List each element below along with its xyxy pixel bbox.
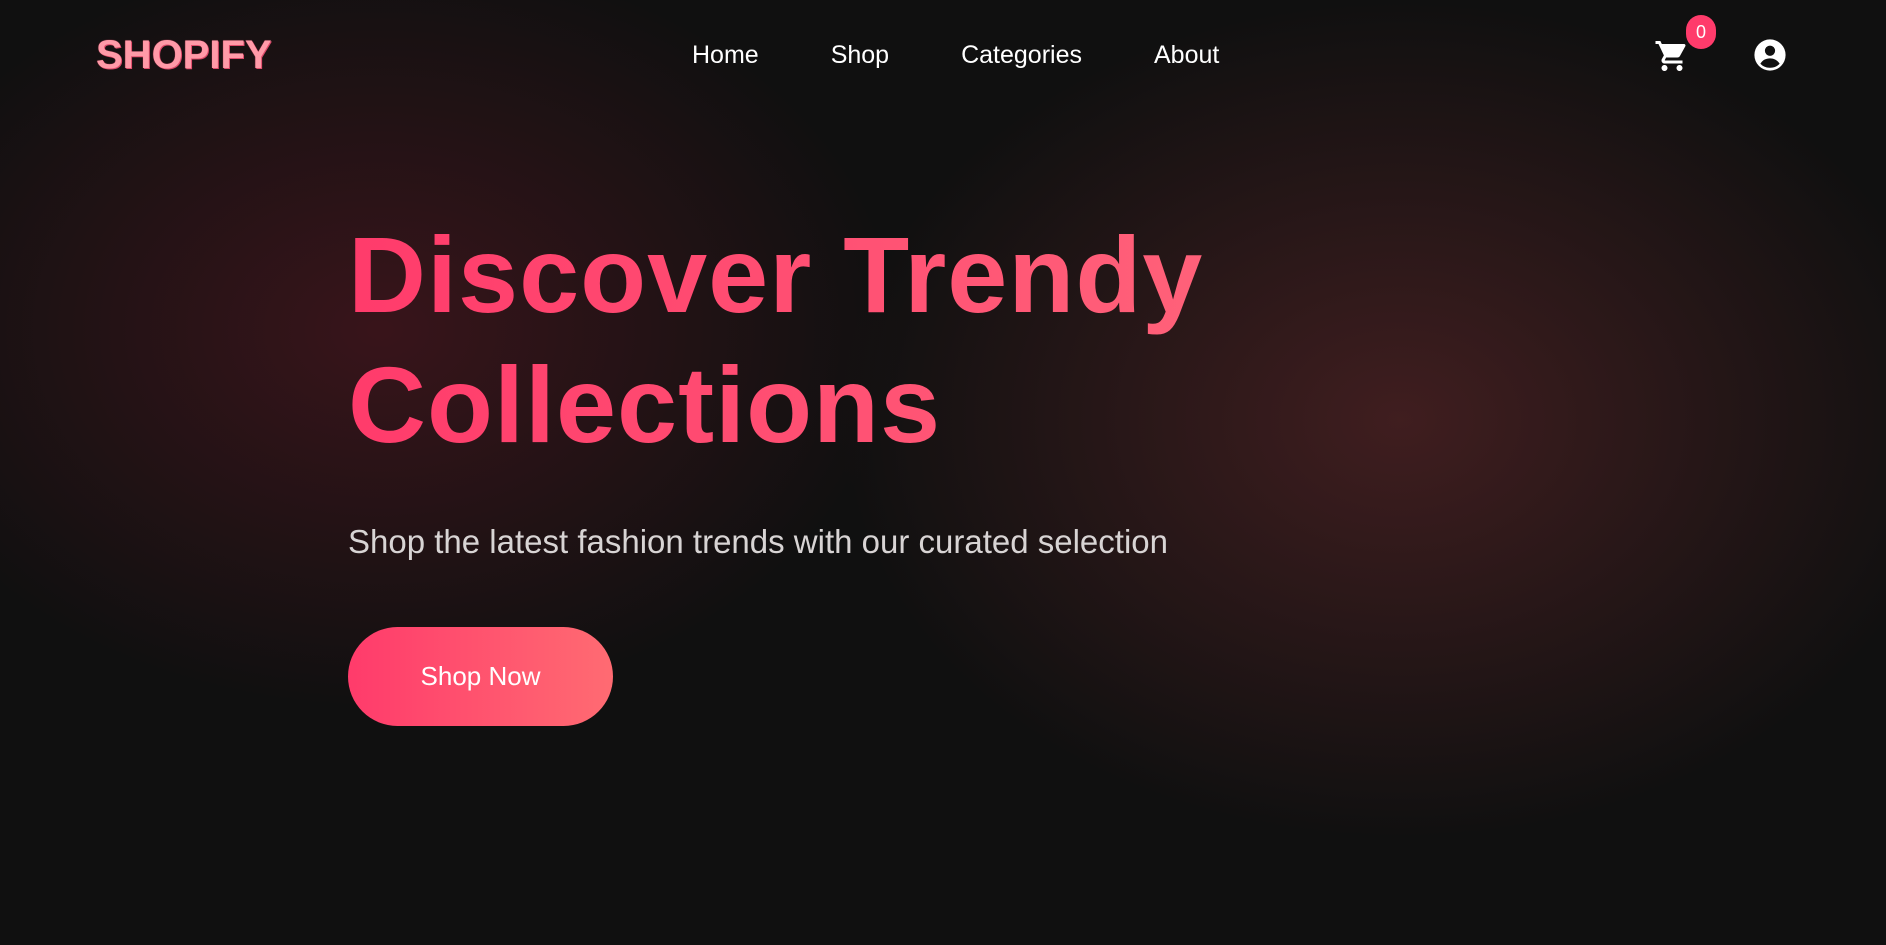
nav-link-categories[interactable]: Categories: [961, 38, 1082, 72]
brand-logo[interactable]: SHOPIFY: [96, 32, 272, 78]
landing-page: SHOPIFY Home Shop Categories About 0 Dis…: [0, 0, 1886, 945]
nav-link-about[interactable]: About: [1154, 38, 1219, 72]
shopping-cart-icon: [1655, 41, 1686, 71]
hero-title-line1: Discover Trendy: [348, 214, 1204, 335]
nav-link-shop[interactable]: Shop: [831, 38, 889, 72]
cart-button[interactable]: [1654, 38, 1690, 74]
user-circle-icon: [1754, 39, 1786, 71]
hero-section: Discover Trendy Collections Shop the lat…: [348, 210, 1448, 562]
shop-now-button[interactable]: Shop Now: [348, 627, 613, 726]
nav-link-home[interactable]: Home: [692, 38, 759, 72]
main-nav: Home Shop Categories About: [692, 38, 1219, 72]
hero-title: Discover Trendy Collections: [348, 210, 1448, 470]
navbar: SHOPIFY Home Shop Categories About 0: [0, 0, 1886, 110]
cart-count-badge: 0: [1686, 15, 1716, 49]
hero-subtitle: Shop the latest fashion trends with our …: [348, 523, 1168, 560]
hero-title-line2: Collections: [348, 344, 942, 465]
account-button[interactable]: [1753, 38, 1787, 72]
